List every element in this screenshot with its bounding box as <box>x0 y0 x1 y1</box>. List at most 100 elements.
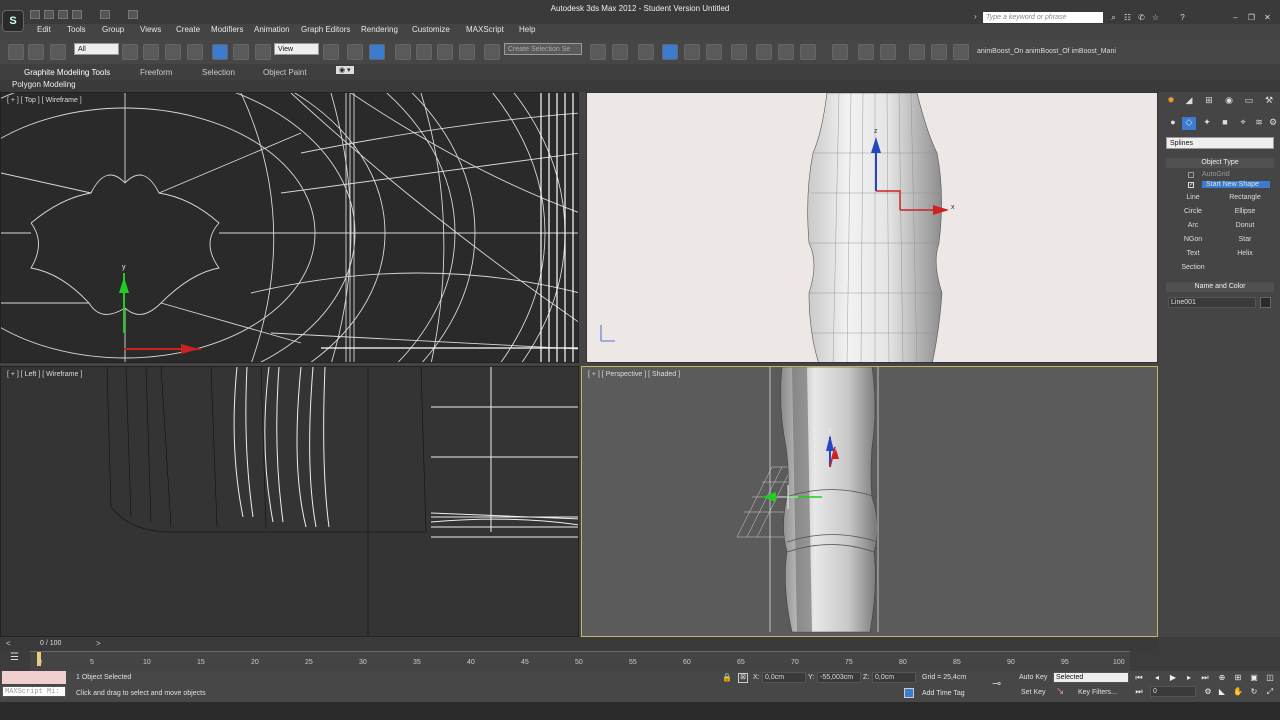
orbit-icon[interactable]: ↻ <box>1248 686 1260 697</box>
menu-animation[interactable]: Animation <box>254 25 290 34</box>
hierarchy-tab-icon[interactable]: ⊞ <box>1202 95 1216 108</box>
pan-icon[interactable]: ✋ <box>1232 686 1244 697</box>
menu-customize[interactable]: Customize <box>412 25 450 34</box>
helpers-icon[interactable]: ⌖ <box>1236 117 1250 130</box>
bind-spacewarp-icon[interactable] <box>50 44 66 60</box>
cameras-icon[interactable]: ■ <box>1218 117 1232 130</box>
prev-key-icon[interactable]: ◂ <box>1151 672 1163 683</box>
menu-maxscript[interactable]: MAXScript <box>466 25 504 34</box>
spacewarps-icon[interactable]: ≋ <box>1252 117 1266 130</box>
key-mode-toggle-icon[interactable]: ⏭ <box>1133 686 1145 697</box>
object-color-swatch[interactable] <box>1260 297 1271 308</box>
menu-tools[interactable]: Tools <box>67 25 86 34</box>
time-config-icon[interactable]: ⚙ <box>1202 686 1214 697</box>
viewport-perspective[interactable]: z [ + ] [ Perspective ] [ Shaded ] <box>581 366 1158 637</box>
anim-layer-copy-icon[interactable] <box>909 44 925 60</box>
polygon-modeling-label[interactable]: Polygon Modeling <box>12 80 76 89</box>
menu-create[interactable]: Create <box>176 25 200 34</box>
helix-button[interactable]: Helix <box>1220 248 1270 260</box>
viewport-top[interactable]: y [ + ] [ Top ] [ Wireframe ] <box>0 92 579 363</box>
x-coord-field[interactable]: 0,0cm <box>762 672 806 683</box>
viewport-front[interactable]: z x <box>586 92 1158 363</box>
key-mode-dropdown[interactable]: Selected <box>1053 672 1129 683</box>
render-production-icon[interactable] <box>800 44 816 60</box>
zoom-all-icon[interactable]: ⊞ <box>1232 672 1244 683</box>
goto-end-icon[interactable]: ⏭ <box>1199 672 1211 683</box>
donut-button[interactable]: Donut <box>1220 220 1270 232</box>
category-dropdown[interactable]: Splines <box>1166 137 1274 149</box>
zoom-extents-all-icon[interactable]: ◫ <box>1264 672 1276 683</box>
tab-object-paint[interactable]: Object Paint <box>263 68 307 77</box>
rect-selection-icon[interactable] <box>165 44 181 60</box>
add-time-tag[interactable]: Add Time Tag <box>922 690 965 697</box>
systems-icon[interactable]: ⚙ <box>1266 117 1280 130</box>
maximize-viewport-icon[interactable]: ⤢ <box>1264 686 1276 697</box>
layer-manager-icon[interactable] <box>638 44 654 60</box>
keyboard-shortcut-override-icon[interactable] <box>369 44 385 60</box>
menu-rendering[interactable]: Rendering <box>361 25 398 34</box>
key-filters-button[interactable]: Key Filters... <box>1078 689 1117 696</box>
search-icon[interactable]: ⌕ <box>1108 12 1119 23</box>
next-frame-icon[interactable]: > <box>96 639 101 648</box>
edit-named-selection-icon[interactable] <box>484 44 500 60</box>
maximize-icon[interactable]: ❐ <box>1246 12 1257 23</box>
zoom-extents-icon[interactable]: ▣ <box>1248 672 1260 683</box>
anim-layer-collapse-icon[interactable] <box>953 44 969 60</box>
maxscript-mini-listener[interactable]: MAXScript Mi: <box>2 686 66 697</box>
zoom-icon[interactable]: ⊕ <box>1216 672 1228 683</box>
tab-freeform[interactable]: Freeform <box>140 68 172 77</box>
curve-editor-icon[interactable] <box>684 44 700 60</box>
time-tag-icon[interactable] <box>904 688 914 698</box>
select-object-icon[interactable] <box>122 44 138 60</box>
subscription-icon[interactable]: ☷ <box>1122 12 1133 23</box>
motion-tab-icon[interactable]: ◉ <box>1222 95 1236 108</box>
arc-button[interactable]: Arc <box>1168 220 1218 232</box>
minimize-icon[interactable]: – <box>1230 12 1241 23</box>
anim-layer-paste-icon[interactable] <box>931 44 947 60</box>
menu-group[interactable]: Group <box>102 25 124 34</box>
absolute-mode-icon[interactable]: ⊠ <box>738 673 748 683</box>
display-tab-icon[interactable]: ▭ <box>1242 95 1256 108</box>
goto-start-icon[interactable]: ⏮ <box>1133 672 1145 683</box>
maxscript-listener-color[interactable] <box>2 671 66 684</box>
next-key-icon[interactable]: ▸ <box>1183 672 1195 683</box>
tab-graphite-modeling-tools[interactable]: Graphite Modeling Tools <box>24 68 110 77</box>
lock-selection-icon[interactable]: 🔒 <box>722 673 732 682</box>
name-and-color-rollout[interactable]: Name and Color <box>1166 282 1274 292</box>
search-input[interactable]: Type a keyword or phrase <box>983 12 1103 23</box>
anim-layer-icon[interactable] <box>832 44 848 60</box>
rendered-frame-window-icon[interactable] <box>778 44 794 60</box>
viewport-top-label[interactable]: [ + ] [ Top ] [ Wireframe ] <box>7 97 82 104</box>
y-coord-field[interactable]: -55,003cm <box>817 672 861 683</box>
close-icon[interactable]: ✕ <box>1262 12 1273 23</box>
object-type-rollout[interactable]: Object Type <box>1166 158 1274 168</box>
play-icon[interactable]: ▶ <box>1167 672 1179 683</box>
material-editor-icon[interactable] <box>731 44 747 60</box>
align-icon[interactable] <box>612 44 628 60</box>
ngon-button[interactable]: NGon <box>1168 234 1218 246</box>
pivot-center-icon[interactable] <box>323 44 339 60</box>
spinner-snap-icon[interactable] <box>459 44 475 60</box>
tab-selection[interactable]: Selection <box>202 68 235 77</box>
object-name-field[interactable]: Line001 <box>1168 297 1256 308</box>
star-button[interactable]: Star <box>1220 234 1270 246</box>
select-move-icon[interactable] <box>212 44 228 60</box>
lights-icon[interactable]: ✦ <box>1200 117 1214 130</box>
section-button[interactable]: Section <box>1168 262 1218 274</box>
menu-edit[interactable]: Edit <box>37 25 51 34</box>
selection-filter-dropdown[interactable]: All <box>74 43 119 55</box>
select-by-name-icon[interactable] <box>143 44 159 60</box>
start-new-shape-checkbox[interactable]: ✓ <box>1188 182 1194 188</box>
manipulate-icon[interactable] <box>347 44 363 60</box>
ribbon-toggle-icon[interactable]: ◉ ▾ <box>336 66 354 74</box>
viewport-left[interactable]: [ + ] [ Left ] [ Wireframe ] <box>0 366 579 637</box>
field-of-view-icon[interactable]: ◣ <box>1216 686 1228 697</box>
key-icon[interactable]: ⊸ <box>992 677 1001 690</box>
z-coord-field[interactable]: 0,0cm <box>872 672 916 683</box>
prev-frame-icon[interactable]: < <box>6 639 11 648</box>
window-crossing-icon[interactable] <box>187 44 203 60</box>
rectangle-button[interactable]: Rectangle <box>1220 192 1270 204</box>
help-icon[interactable]: ? <box>1177 12 1188 23</box>
viewport-perspective-label[interactable]: [ + ] [ Perspective ] [ Shaded ] <box>588 371 680 378</box>
shapes-icon[interactable]: ◇ <box>1182 117 1196 130</box>
